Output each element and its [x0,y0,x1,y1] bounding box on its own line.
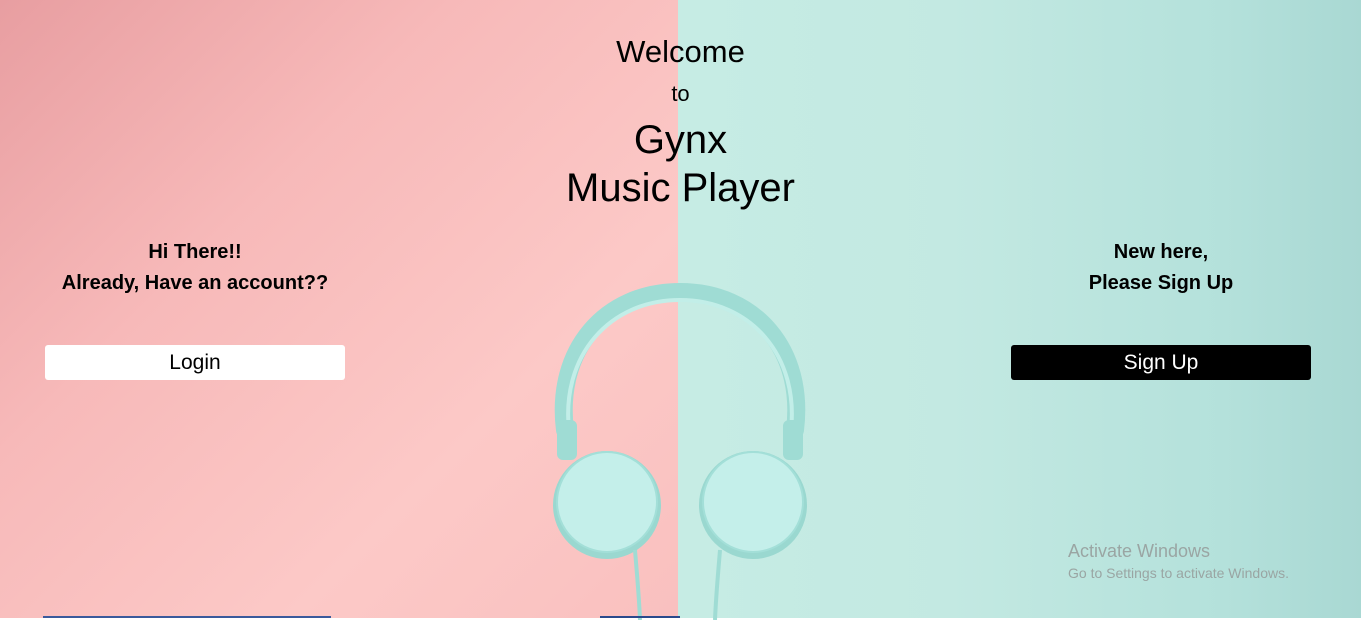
welcome-title: Welcome [616,34,745,69]
activate-windows-title: Activate Windows [1068,541,1211,561]
welcome-to-text: to [671,81,690,106]
activate-windows-subtitle: Go to Settings to activate Windows. [1068,565,1289,581]
app-name: Gynx [633,118,728,162]
signup-prompt: Please Sign Up [1088,272,1234,294]
headphones-image [553,282,807,620]
login-prompt: Already, Have an account?? [61,272,329,294]
signup-panel: New here, Please Sign Up [1011,237,1311,299]
activate-windows-watermark: Activate Windows Go to Settings to activ… [1068,540,1289,584]
signup-greeting: New here, [1113,241,1209,263]
signup-button[interactable]: Sign Up [1011,345,1311,380]
login-panel: Hi There!! Already, Have an account?? [45,237,345,299]
app-subtitle: Music Player [566,166,795,210]
login-greeting: Hi There!! [148,241,242,263]
login-button[interactable]: Login [45,345,345,380]
